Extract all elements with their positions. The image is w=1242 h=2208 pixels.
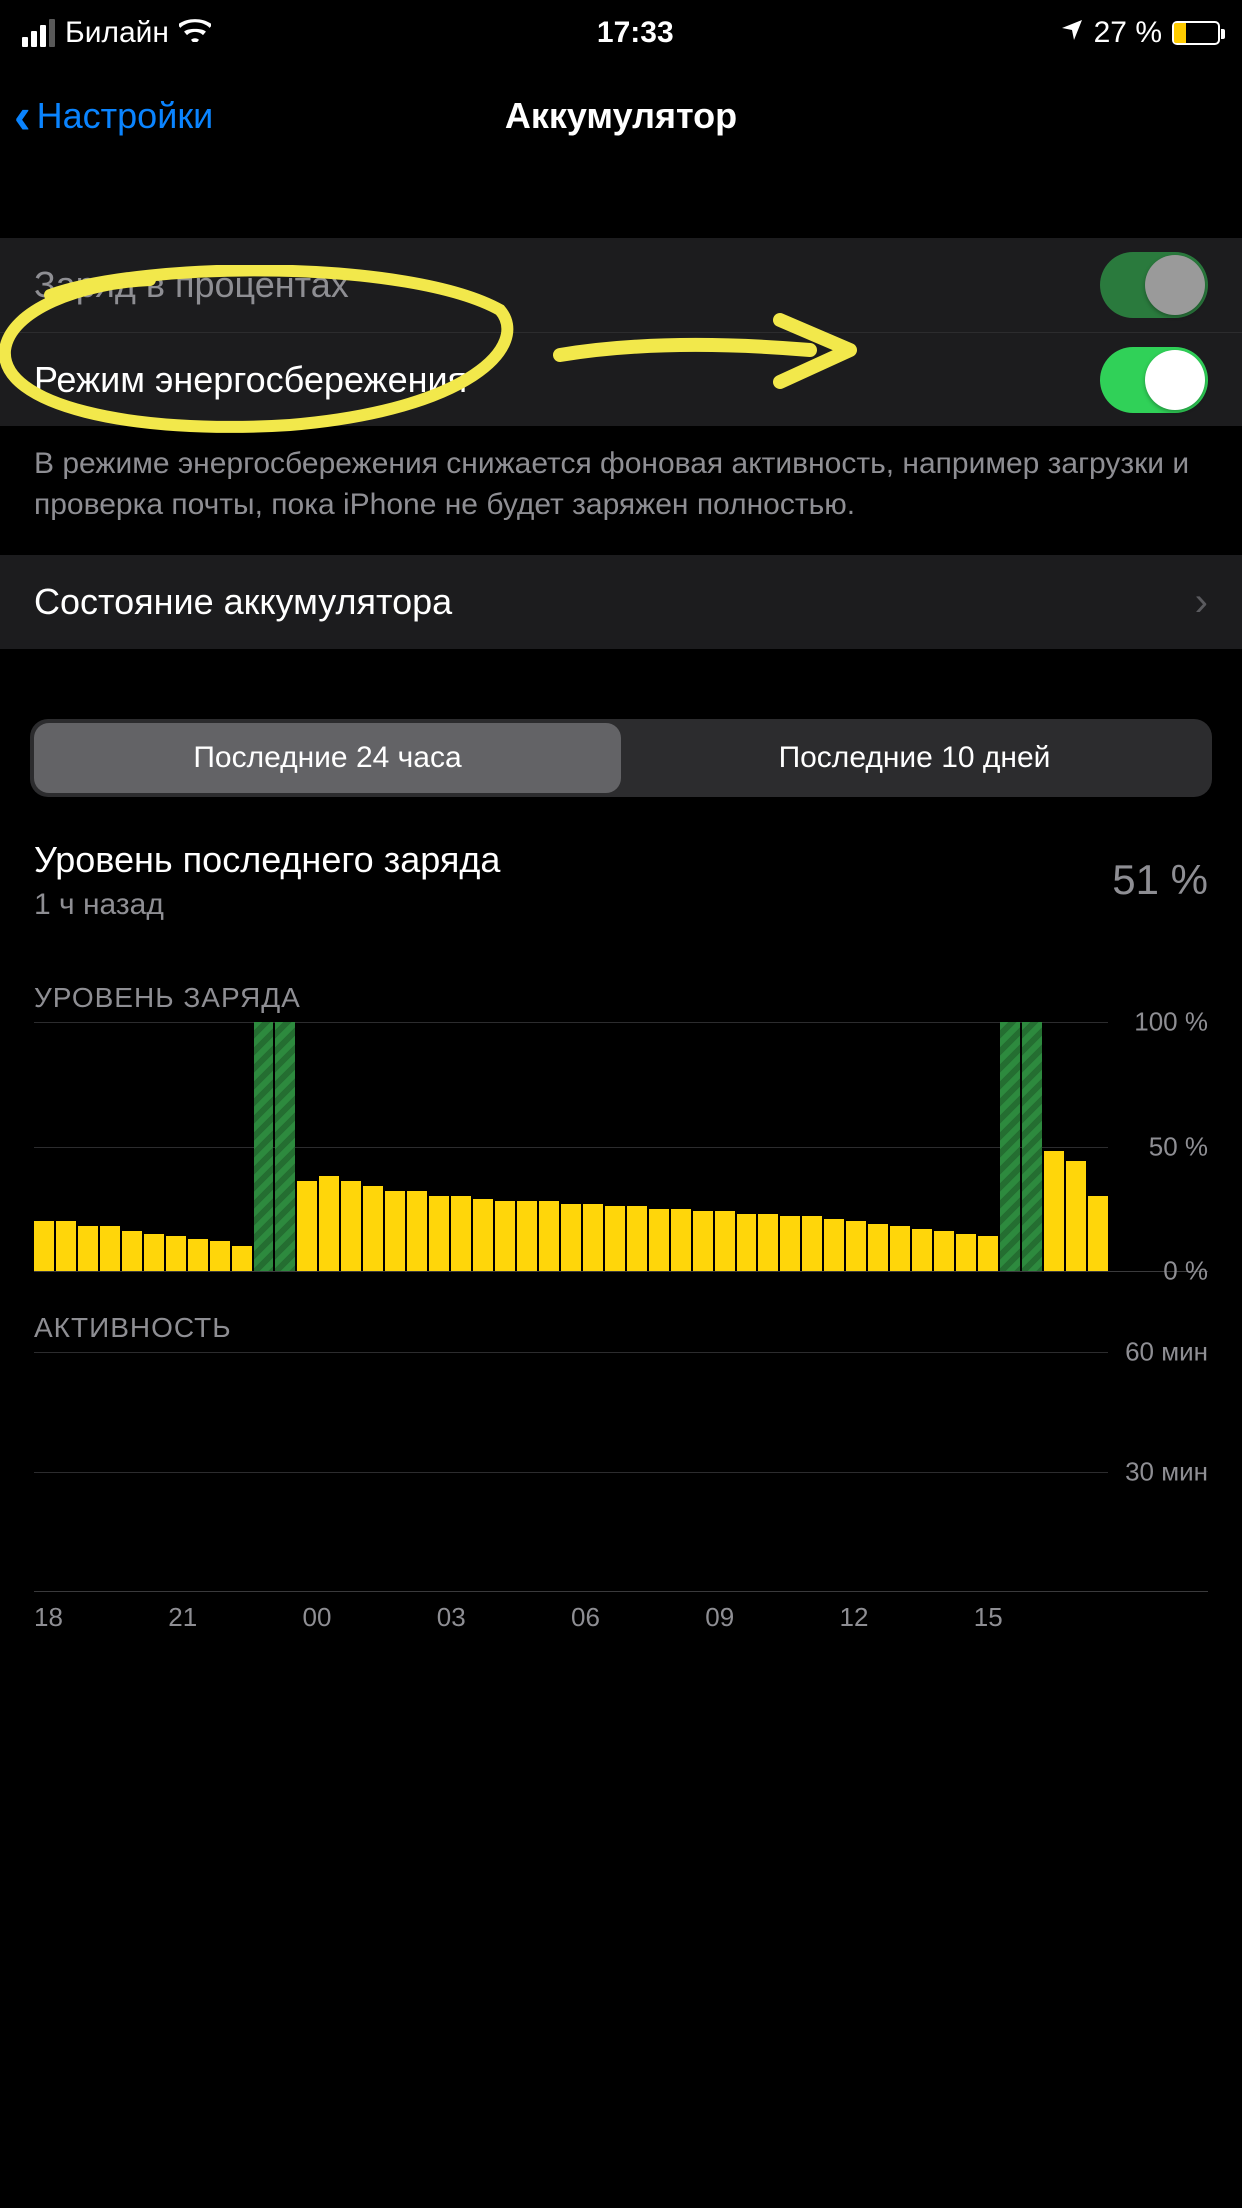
carrier-label: Билайн: [65, 16, 169, 50]
cell-signal-icon: [22, 19, 55, 47]
bar: [78, 1226, 98, 1271]
bar: [275, 1022, 295, 1271]
xtick: 21: [168, 1602, 302, 1633]
wifi-icon: [179, 16, 211, 50]
bar: [737, 1214, 757, 1271]
bar: [671, 1209, 691, 1271]
ylabel: 60 мин: [1125, 1337, 1208, 1368]
nav-bar: ‹ Настройки Аккумулятор: [0, 66, 1242, 166]
seg-last-24h[interactable]: Последние 24 часа: [34, 723, 621, 793]
battery-level-chart-title: УРОВЕНЬ ЗАРЯДА: [0, 942, 1242, 1022]
bar: [539, 1201, 559, 1271]
back-button[interactable]: ‹ Настройки: [14, 87, 213, 145]
bar: [934, 1231, 954, 1271]
bar: [210, 1241, 230, 1271]
bar: [297, 1181, 317, 1271]
bar: [824, 1219, 844, 1271]
bar: [868, 1224, 888, 1271]
xtick: 12: [840, 1602, 974, 1633]
xtick: 06: [571, 1602, 705, 1633]
chevron-right-icon: ›: [1195, 580, 1208, 625]
bar: [100, 1226, 120, 1271]
time-range-segmented[interactable]: Последние 24 часа Последние 10 дней: [30, 719, 1212, 797]
xtick: 09: [705, 1602, 839, 1633]
bar: [649, 1209, 669, 1271]
bar: [341, 1181, 361, 1271]
row-low-power-mode[interactable]: Режим энергосбережения: [0, 332, 1242, 426]
bar: [254, 1022, 274, 1271]
row-label: Состояние аккумулятора: [34, 581, 452, 623]
clock-label: 17:33: [597, 16, 674, 50]
bar: [319, 1176, 339, 1271]
bar: [385, 1191, 405, 1271]
activity-chart: 60 мин 30 мин 1821000306091215: [34, 1352, 1208, 1633]
ylabel: 100 %: [1134, 1007, 1208, 1038]
bar: [1044, 1151, 1064, 1271]
battery-level-chart: 100 % 50 % 0 %: [34, 1022, 1208, 1272]
bar: [407, 1191, 427, 1271]
last-charge-title: Уровень последнего заряда: [34, 837, 500, 882]
activity-chart-title: АКТИВНОСТЬ: [0, 1272, 1242, 1352]
switch-battery-percentage[interactable]: [1100, 252, 1208, 318]
bar: [1066, 1161, 1086, 1271]
bar: [1022, 1022, 1042, 1271]
battery-icon: [1172, 21, 1220, 45]
bar: [605, 1206, 625, 1271]
bar: [473, 1199, 493, 1271]
bar: [188, 1239, 208, 1271]
xtick: 00: [303, 1602, 437, 1633]
bar: [34, 1221, 54, 1271]
ylabel: 0 %: [1163, 1256, 1208, 1287]
seg-last-10d[interactable]: Последние 10 дней: [621, 723, 1208, 793]
row-battery-health[interactable]: Состояние аккумулятора ›: [0, 555, 1242, 649]
low-power-footer: В режиме энергосбережения снижается фоно…: [0, 426, 1242, 555]
bar: [495, 1201, 515, 1271]
row-label: Заряд в процентах: [34, 264, 349, 306]
switch-low-power-mode[interactable]: [1100, 347, 1208, 413]
bar: [517, 1201, 537, 1271]
bar: [890, 1226, 910, 1271]
bar: [956, 1234, 976, 1271]
row-battery-percentage[interactable]: Заряд в процентах: [0, 238, 1242, 332]
bar: [627, 1206, 647, 1271]
bar: [583, 1204, 603, 1271]
row-label: Режим энергосбережения: [34, 359, 467, 401]
bar: [715, 1211, 735, 1271]
bar: [802, 1216, 822, 1271]
last-charge-block: Уровень последнего заряда 1 ч назад 51 %: [0, 797, 1242, 942]
bar: [122, 1231, 142, 1271]
ylabel: 50 %: [1149, 1131, 1208, 1162]
bar: [429, 1196, 449, 1271]
xtick: 18: [34, 1602, 168, 1633]
bar: [1000, 1022, 1020, 1271]
bar: [166, 1236, 186, 1271]
page-title: Аккумулятор: [505, 95, 737, 137]
bar: [363, 1186, 383, 1271]
status-bar: Билайн 17:33 27 %: [0, 0, 1242, 66]
bar: [758, 1214, 778, 1271]
xtick: 03: [437, 1602, 571, 1633]
last-charge-subtitle: 1 ч назад: [34, 888, 500, 922]
chevron-left-icon: ‹: [14, 87, 31, 145]
bar: [693, 1211, 713, 1271]
bar: [56, 1221, 76, 1271]
bar: [846, 1221, 866, 1271]
ylabel: 30 мин: [1125, 1456, 1208, 1487]
bar: [561, 1204, 581, 1271]
bar: [144, 1234, 164, 1271]
location-icon: [1060, 16, 1084, 50]
bar: [1088, 1196, 1108, 1271]
bar: [978, 1236, 998, 1271]
bar: [232, 1246, 252, 1271]
bar: [912, 1229, 932, 1271]
xtick: 15: [974, 1602, 1108, 1633]
bar: [780, 1216, 800, 1271]
back-label: Настройки: [37, 95, 214, 137]
bar: [451, 1196, 471, 1271]
battery-pct-label: 27 %: [1094, 16, 1162, 50]
last-charge-value: 51 %: [1112, 856, 1208, 904]
